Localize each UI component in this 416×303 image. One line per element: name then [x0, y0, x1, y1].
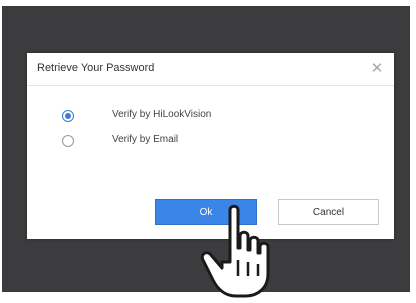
close-icon[interactable]: ✕: [368, 60, 386, 78]
dialog-header: Retrieve Your Password ✕: [27, 53, 394, 86]
screenshot-frame: Retrieve Your Password ✕ Verify by HiLoo…: [0, 0, 416, 303]
hand-pointer-icon: [200, 204, 270, 298]
option-label: Verify by Email: [112, 134, 179, 145]
cancel-button[interactable]: Cancel: [278, 199, 379, 225]
radio-button-selected[interactable]: [62, 110, 74, 122]
option-verify-by-email[interactable]: Verify by Email: [62, 133, 322, 149]
option-verify-by-hilookvision[interactable]: Verify by HiLookVision: [62, 108, 322, 124]
radio-button[interactable]: [62, 135, 74, 147]
option-label: Verify by HiLookVision: [112, 109, 212, 120]
dialog-title: Retrieve Your Password: [37, 62, 155, 74]
